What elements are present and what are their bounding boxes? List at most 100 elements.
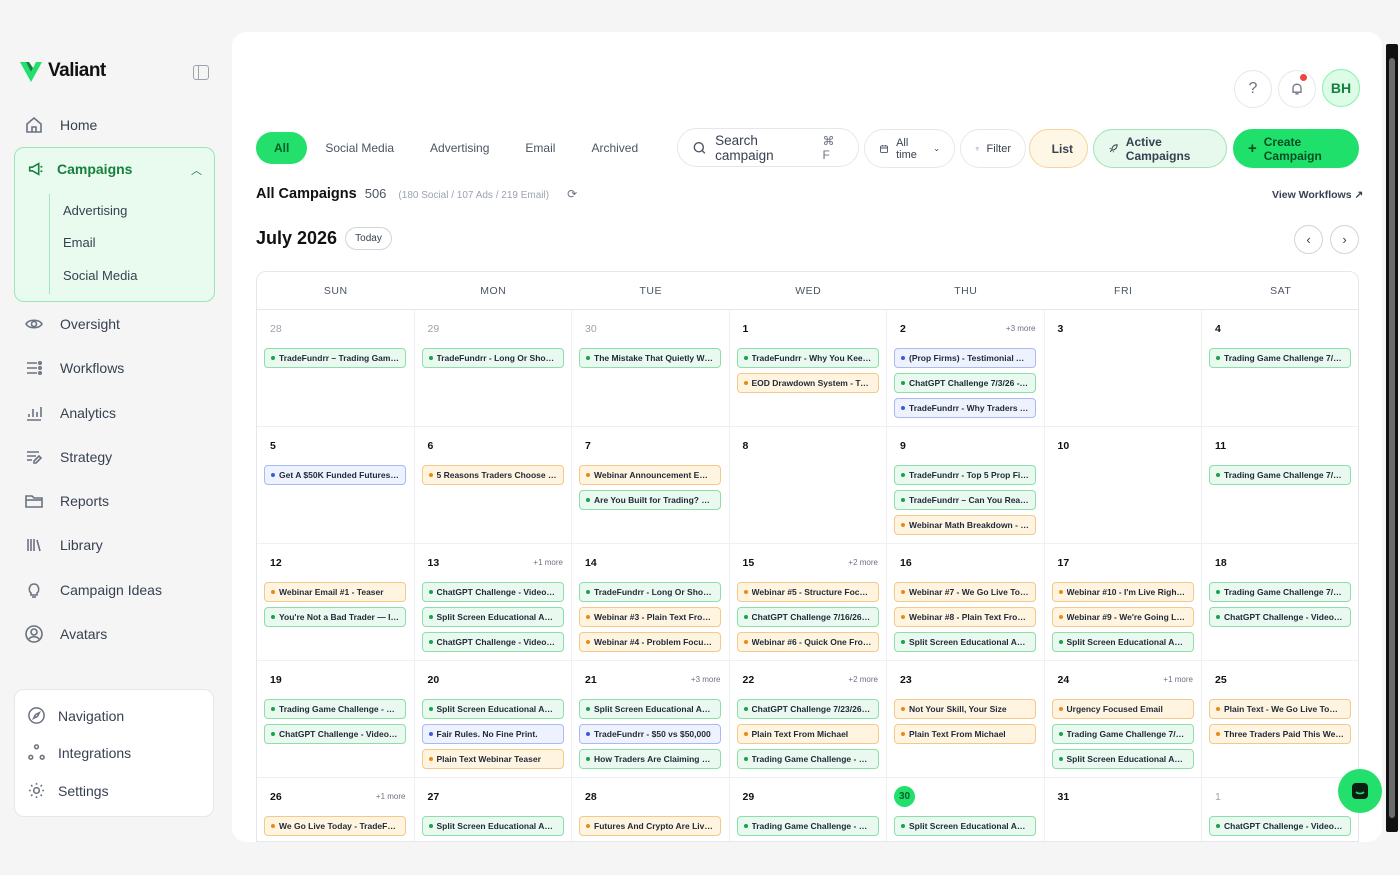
calendar-event[interactable]: ChatGPT Challenge - Video 7/1... [421, 632, 564, 652]
tab-all[interactable]: All [256, 132, 308, 164]
sidebar-item-reports[interactable]: Reports [24, 488, 109, 514]
calendar-event[interactable]: Split Screen Educational Advic... [579, 699, 721, 719]
calendar-event[interactable]: Get A $50K Funded Futures Ac... [264, 465, 406, 485]
sidebar-item-integrations[interactable]: Integrations [27, 743, 131, 762]
calendar-event[interactable]: ChatGPT Challenge - Video 7/2... [264, 724, 406, 744]
calendar-day-cell[interactable]: 4 Trading Game Challenge 7/5/2... [1202, 310, 1358, 427]
calendar-event[interactable]: Webinar #8 - Plain Text From C... [894, 607, 1036, 627]
calendar-event[interactable]: Plain Text From Michael [894, 724, 1036, 744]
calendar-day-cell[interactable]: 1 ChatGPT Challenge - Video 8/2... [1202, 778, 1358, 841]
calendar-day-cell[interactable]: 25 Plain Text - We Go Live Tomorr... Three… [1202, 661, 1358, 778]
time-range-select[interactable]: All time ⌄ [864, 129, 955, 168]
calendar-day-cell[interactable]: 17 Webinar #10 - I'm Live Right Now Webina… [1044, 544, 1202, 661]
today-button[interactable]: Today [345, 227, 392, 250]
calendar-day-cell[interactable]: 9 TradeFundrr - Top 5 Prop Firm ... TradeF… [887, 427, 1045, 544]
calendar-event[interactable]: Plain Text - We Go Live Tomorr... [1209, 699, 1351, 719]
calendar-event[interactable]: Trading Game Challenge 7/25/... [1051, 724, 1194, 744]
tab-email[interactable]: Email [507, 132, 573, 164]
calendar-event[interactable]: TradeFundrr - Long Or Short #2 [421, 348, 564, 368]
scrollbar-thumb[interactable] [1389, 58, 1395, 818]
calendar-day-cell[interactable]: 30 The Mistake That Quietly Wrec... [572, 310, 730, 427]
sidebar-item-campaign-ideas[interactable]: Campaign Ideas [24, 577, 162, 603]
calendar-event[interactable]: Webinar #7 - We Go Live Tomo... [894, 582, 1036, 602]
tab-social-media[interactable]: Social Media [307, 132, 412, 164]
calendar-day-cell[interactable]: 10 [1044, 427, 1202, 544]
calendar-event[interactable]: Webinar Math Breakdown - Tra... [894, 515, 1036, 535]
calendar-event[interactable]: TradeFundrr – Can You Read a ... [894, 490, 1036, 510]
sidebar-subitem-advertising[interactable]: Advertising [63, 203, 127, 218]
calendar-event[interactable]: Not Your Skill, Your Size [894, 699, 1036, 719]
calendar-event[interactable]: ChatGPT Challenge 7/3/26 - S... [894, 373, 1036, 393]
tab-archived[interactable]: Archived [573, 132, 656, 164]
help-button[interactable]: ? [1234, 70, 1272, 108]
sidebar-subitem-email[interactable]: Email [63, 235, 96, 250]
sidebar-item-strategy[interactable]: Strategy [24, 444, 112, 470]
list-view-button[interactable]: List [1029, 129, 1088, 168]
calendar-event[interactable]: Trading Game Challenge 7/5/2... [1209, 348, 1351, 368]
calendar-event[interactable]: ChatGPT Challenge - Video 7/1... [421, 582, 564, 602]
calendar-day-cell[interactable]: 27 Split Screen Educational Advic... [415, 778, 572, 841]
calendar-event[interactable]: We Go Live Today - TradeFundrr [264, 816, 406, 836]
sidebar-item-library[interactable]: Library [24, 532, 103, 558]
calendar-day-cell[interactable]: 12 Webinar Email #1 - Teaser You're Not a … [257, 544, 415, 661]
sidebar-item-settings[interactable]: Settings [27, 781, 109, 800]
active-campaigns-button[interactable]: Active Campaigns [1093, 129, 1227, 168]
calendar-event[interactable]: Webinar #10 - I'm Live Right Now [1051, 582, 1194, 602]
calendar-day-cell[interactable]: 1 TradeFundrr - Why You Keep L... EOD Draw… [729, 310, 887, 427]
calendar-day-cell[interactable]: 7 Webinar Announcement Email ... Are You B… [572, 427, 730, 544]
more-events-link[interactable]: +1 more [533, 558, 563, 567]
calendar-event[interactable]: Three Traders Paid This Week [1209, 724, 1351, 744]
search-input[interactable]: Search campaign ⌘ F [677, 128, 859, 167]
calendar-event[interactable]: TradeFundrr - Why You Keep L... [736, 348, 879, 368]
calendar-event[interactable]: TradeFundrr - Why Traders Are... [894, 398, 1036, 418]
next-month-button[interactable]: › [1330, 225, 1359, 254]
calendar-day-cell[interactable]: 21 +3 more Split Screen Educational Advic.… [572, 661, 730, 778]
calendar-event[interactable]: Webinar Email #1 - Teaser [264, 582, 406, 602]
calendar-event[interactable]: Are You Built for Trading? Chart... [579, 490, 721, 510]
sidebar-item-avatars[interactable]: Avatars [24, 621, 107, 647]
calendar-event[interactable]: Split Screen Educational Advic... [1051, 632, 1194, 652]
calendar-day-cell[interactable]: 6 5 Reasons Traders Choose Tra... [414, 427, 572, 544]
filter-button[interactable]: Filter [960, 129, 1026, 168]
calendar-day-cell[interactable]: 13 +1 more ChatGPT Challenge - Video 7/1..… [414, 544, 572, 661]
tab-advertising[interactable]: Advertising [412, 132, 507, 164]
user-avatar[interactable]: BH [1322, 69, 1360, 107]
calendar-day-cell[interactable]: 5 Get A $50K Funded Futures Ac... [257, 427, 415, 544]
calendar-event[interactable]: ChatGPT Challenge - Video 8/2... [1209, 816, 1351, 836]
calendar-event[interactable]: You're Not a Bad Trader — It's ... [264, 607, 406, 627]
calendar-day-cell[interactable]: 16 Webinar #7 - We Go Live Tomo... Webinar… [887, 544, 1045, 661]
calendar-event[interactable]: Split Screen Educational Advic... [1051, 749, 1194, 769]
calendar-day-cell[interactable]: 15 +2 more Webinar #5 - Structure Focused C… [729, 544, 887, 661]
create-campaign-button[interactable]: + Create Campaign [1233, 129, 1359, 168]
more-events-link[interactable]: +1 more [376, 792, 406, 801]
calendar-event[interactable]: TradeFundrr - Top 5 Prop Firm ... [894, 465, 1036, 485]
calendar-event[interactable]: Plain Text Webinar Teaser [421, 749, 564, 769]
calendar-day-cell[interactable]: 14 TradeFundrr - Long Or Short? #3 Webinar… [572, 544, 730, 661]
calendar-day-cell[interactable]: 11 Trading Game Challenge 7/12/2... [1202, 427, 1358, 544]
sidebar-collapse-icon[interactable] [193, 65, 209, 80]
calendar-event[interactable]: Plain Text From Michael [736, 724, 879, 744]
calendar-event[interactable]: Trading Game Challenge - Vide... [264, 699, 406, 719]
calendar-day-cell[interactable]: 23 Not Your Skill, Your Size Plain Text Fr… [887, 661, 1045, 778]
view-workflows-link[interactable]: View Workflows ↗ [1272, 189, 1363, 201]
calendar-event[interactable]: Trading Game Challenge 7/19/2... [1209, 582, 1351, 602]
calendar-day-cell[interactable]: 2 +3 more (Prop Firms) - Testimonial Angl.… [887, 310, 1045, 427]
calendar-event[interactable]: TradeFundrr - Long Or Short? #3 [579, 582, 721, 602]
calendar-event[interactable]: Webinar #4 - Problem Focused [579, 632, 721, 652]
calendar-day-cell[interactable]: 22 +2 more ChatGPT Challenge 7/23/26 - ...… [729, 661, 887, 778]
sidebar-item-campaigns[interactable]: Campaigns [27, 160, 132, 178]
calendar-day-cell[interactable]: 24 +1 more Urgency Focused Email Trading Ga… [1044, 661, 1202, 778]
calendar-event[interactable]: Urgency Focused Email [1051, 699, 1194, 719]
scrollbar[interactable] [1386, 44, 1398, 832]
calendar-event[interactable]: Split Screen Educational Advic... [894, 632, 1036, 652]
calendar-event[interactable]: Webinar #6 - Quick One From ... [736, 632, 879, 652]
calendar-event[interactable]: Split Screen Educational Advic... [421, 816, 564, 836]
calendar-event[interactable]: Trading Game Challenge - Vide... [736, 749, 879, 769]
calendar-event[interactable]: Split Screen Educational Advic... [894, 816, 1036, 836]
sidebar-item-analytics[interactable]: Analytics [24, 400, 116, 426]
calendar-event[interactable]: ChatGPT Challenge 7/16/26 - S... [736, 607, 879, 627]
calendar-event[interactable]: Futures And Crypto Are Live - T... [579, 816, 721, 836]
calendar-event[interactable]: EOD Drawdown System - Trad... [736, 373, 879, 393]
calendar-day-cell[interactable]: 19 Trading Game Challenge - Vide... ChatGP… [257, 661, 415, 778]
more-events-link[interactable]: +1 more [1163, 675, 1193, 684]
